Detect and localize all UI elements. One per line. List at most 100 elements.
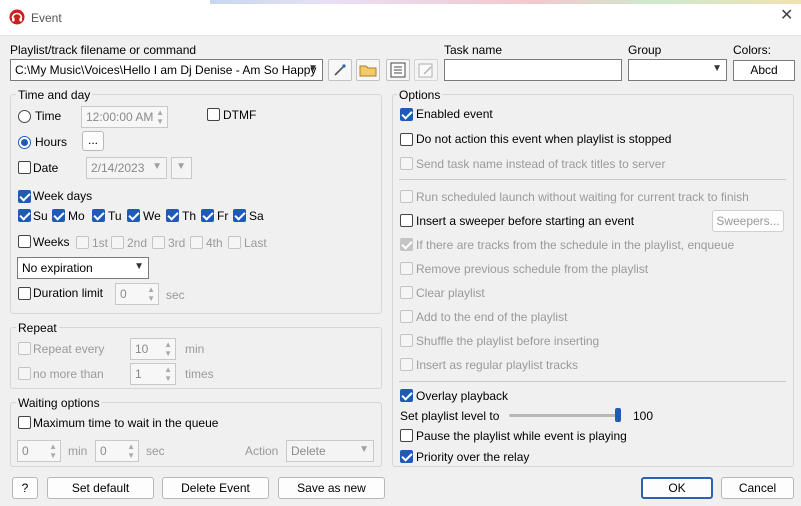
week-checkbox-last[interactable]	[228, 236, 241, 249]
clear-playlist-label: Clear playlist	[416, 286, 485, 300]
day-label: Fr	[217, 209, 229, 223]
duration-spinner[interactable]: 0 ▲ ▼	[115, 283, 159, 305]
chevron-down-icon: ▼	[134, 261, 144, 272]
date-combo[interactable]: 2/14/2023 ▼	[86, 157, 167, 179]
ok-button[interactable]: OK	[641, 477, 713, 499]
repeat-every-unit: min	[185, 342, 205, 356]
max-wait-checkbox[interactable]	[18, 416, 31, 429]
spinner-arrows-icon[interactable]: ▲ ▼	[156, 108, 164, 126]
day-label: Th	[182, 209, 197, 223]
pause-checkbox[interactable]	[400, 429, 413, 442]
spinner-arrows-icon[interactable]: ▲ ▼	[49, 442, 57, 460]
no-action-label: Do not action this event when playlist i…	[416, 132, 672, 146]
insert-regular-label: Insert as regular playlist tracks	[416, 358, 579, 372]
level-slider-thumb[interactable]	[615, 408, 621, 422]
dtmf-checkbox[interactable]	[207, 108, 220, 121]
run-scheduled-label: Run scheduled launch without waiting for…	[416, 190, 749, 204]
day-checkbox-th[interactable]	[166, 209, 179, 222]
wand-button[interactable]	[328, 59, 352, 81]
level-slider-track[interactable]	[509, 414, 621, 417]
day-checkbox-tu[interactable]	[92, 209, 105, 222]
set-default-button[interactable]: Set default	[47, 477, 154, 499]
save-as-new-button[interactable]: Save as new	[278, 477, 385, 499]
week-checkbox-3rd[interactable]	[152, 236, 165, 249]
day-checkbox-we[interactable]	[127, 209, 140, 222]
date-picker-button[interactable]: ▼	[171, 157, 192, 179]
cancel-button[interactable]: Cancel	[721, 477, 794, 499]
colors-sample[interactable]: Abcd	[733, 60, 795, 81]
chevron-down-icon: ▼	[359, 444, 369, 455]
hours-radio[interactable]	[18, 136, 31, 149]
title-bar	[0, 0, 801, 36]
repeat-every-label: Repeat every	[33, 342, 105, 356]
help-button[interactable]: ?	[12, 477, 38, 499]
action-combo[interactable]: Delete ▼	[286, 440, 374, 462]
spinner-arrows-icon[interactable]: ▲ ▼	[164, 340, 172, 358]
chevron-down-icon: ▼	[152, 161, 162, 172]
day-checkbox-fr[interactable]	[201, 209, 214, 222]
priority-checkbox[interactable]	[400, 450, 413, 463]
sweepers-button[interactable]: Sweepers...	[712, 210, 784, 232]
clear-playlist-checkbox[interactable]	[400, 286, 413, 299]
sweeper-checkbox[interactable]	[400, 214, 413, 227]
enqueue-checkbox[interactable]	[400, 238, 413, 251]
day-label: We	[143, 209, 161, 223]
no-more-than-spinner[interactable]: 1 ▲ ▼	[130, 363, 176, 385]
time-radio[interactable]	[18, 110, 31, 123]
run-scheduled-checkbox[interactable]	[400, 190, 413, 203]
send-task-checkbox[interactable]	[400, 157, 413, 170]
week-checkbox-2nd[interactable]	[111, 236, 124, 249]
repeat-every-checkbox[interactable]	[18, 342, 31, 355]
task-name-input[interactable]	[444, 59, 622, 81]
edit-button[interactable]	[414, 59, 438, 81]
day-checkbox-mo[interactable]	[52, 209, 65, 222]
group-label: Group	[628, 43, 662, 57]
insert-regular-checkbox[interactable]	[400, 358, 413, 371]
hours-button[interactable]: ...	[82, 131, 104, 151]
enqueue-label: If there are tracks from the schedule in…	[416, 238, 735, 252]
spinner-arrows-icon[interactable]: ▲ ▼	[147, 285, 155, 303]
repeat-title: Repeat	[16, 321, 59, 335]
duration-limit-checkbox[interactable]	[18, 287, 31, 300]
close-icon[interactable]: ✕	[780, 8, 793, 24]
folder-button[interactable]	[356, 59, 380, 81]
command-combo[interactable]: C:\My Music\Voices\Hello I am Dj Denise …	[10, 59, 323, 81]
repeat-every-spinner[interactable]: 10 ▲ ▼	[130, 338, 176, 360]
no-action-checkbox[interactable]	[400, 133, 413, 146]
week-days-checkbox[interactable]	[18, 190, 31, 203]
no-more-than-checkbox[interactable]	[18, 367, 31, 380]
enabled-event-checkbox[interactable]	[400, 108, 413, 121]
day-checkbox-su[interactable]	[18, 209, 31, 222]
wait-sec-spinner[interactable]: 0 ▲ ▼	[95, 440, 139, 462]
spinner-arrows-icon[interactable]: ▲ ▼	[164, 365, 172, 383]
day-label: Tu	[108, 209, 122, 223]
wait-min-spinner[interactable]: 0 ▲ ▼	[17, 440, 61, 462]
add-to-end-checkbox[interactable]	[400, 310, 413, 323]
no-more-than-label: no more than	[33, 367, 104, 381]
group-combo[interactable]: ▼	[628, 59, 727, 81]
priority-label: Priority over the relay	[416, 450, 530, 464]
time-spinner[interactable]: 12:00:00 AM ▲ ▼	[81, 106, 168, 128]
week-checkbox-1st[interactable]	[76, 236, 89, 249]
spinner-arrows-icon[interactable]: ▲ ▼	[127, 442, 135, 460]
delete-event-button[interactable]: Delete Event	[162, 477, 269, 499]
chevron-down-icon: ▼	[308, 63, 318, 74]
weeks-checkbox[interactable]	[18, 235, 31, 248]
duration-value: 0	[120, 287, 127, 301]
options-separator	[399, 381, 786, 382]
list-button[interactable]	[386, 59, 410, 81]
expiration-combo[interactable]: No expiration ▼	[17, 257, 149, 279]
remove-previous-checkbox[interactable]	[400, 262, 413, 275]
sweeper-label: Insert a sweeper before starting an even…	[416, 214, 635, 228]
shuffle-checkbox[interactable]	[400, 334, 413, 347]
duration-limit-label: Duration limit	[33, 286, 104, 300]
wait-sec-value: 0	[100, 444, 107, 458]
overlay-checkbox[interactable]	[400, 389, 413, 402]
day-checkbox-sa[interactable]	[233, 209, 246, 222]
headphones-app-icon	[9, 9, 25, 25]
date-checkbox[interactable]	[18, 161, 31, 174]
wand-icon	[334, 64, 346, 76]
week-checkbox-4th[interactable]	[190, 236, 203, 249]
colors-label: Colors:	[733, 43, 772, 57]
week-label: 3rd	[168, 236, 186, 250]
